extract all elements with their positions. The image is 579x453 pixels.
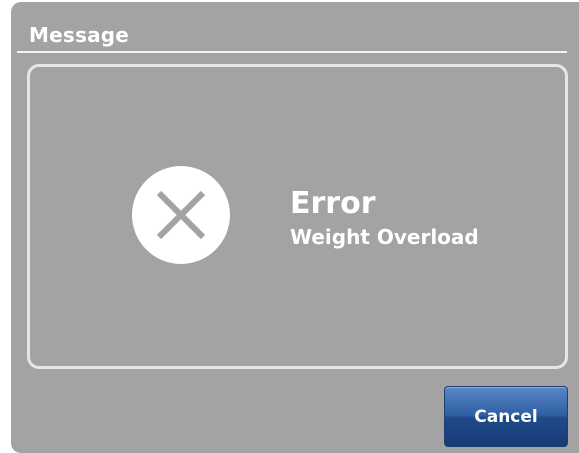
dialog-title: Message — [29, 23, 130, 47]
message-dialog: Message Error Weight Overload Cancel — [11, 2, 579, 453]
error-title: Error — [290, 186, 376, 221]
cancel-button[interactable]: Cancel — [444, 386, 568, 447]
message-panel: Error Weight Overload — [27, 64, 568, 369]
title-divider — [17, 51, 567, 53]
error-x-icon — [132, 166, 230, 264]
error-detail: Weight Overload — [290, 225, 479, 249]
